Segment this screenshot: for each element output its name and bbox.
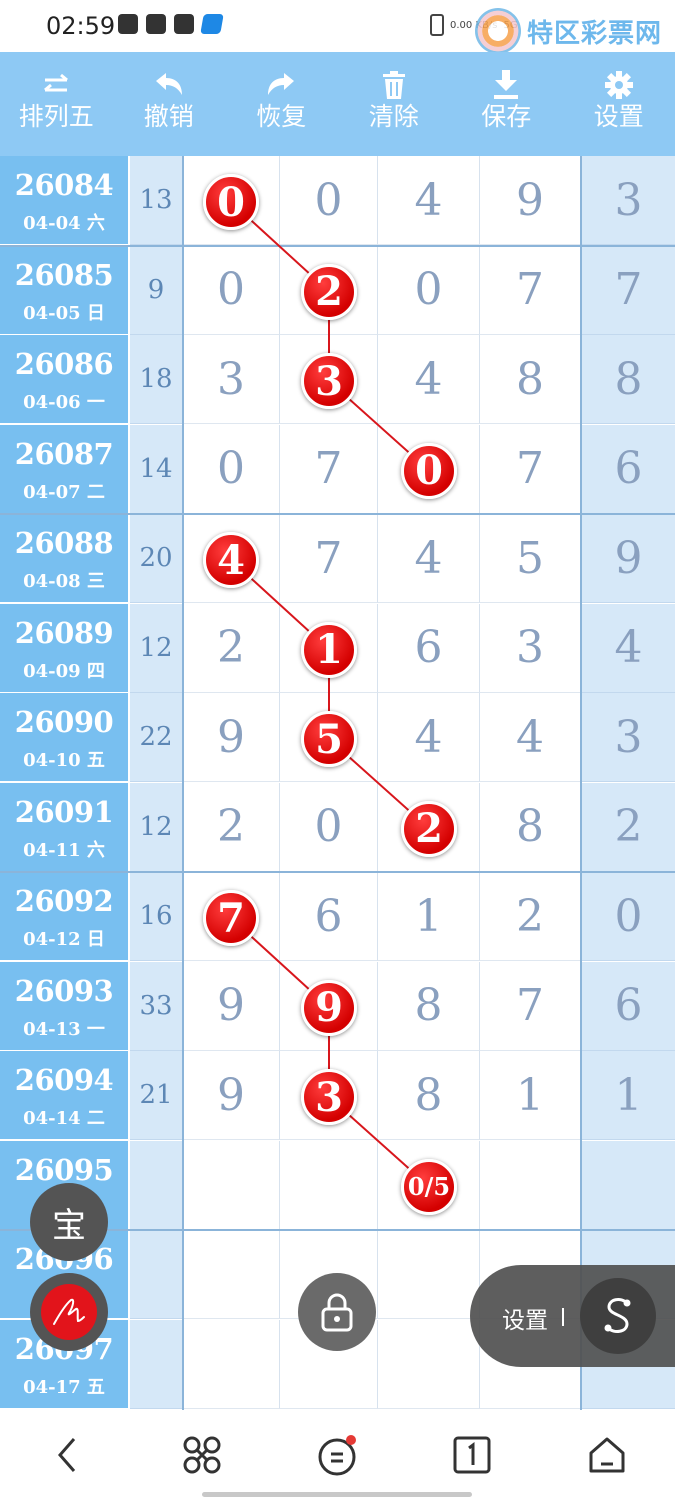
share-s-button[interactable]: [580, 1278, 656, 1354]
toolbar-label: 排列五: [18, 102, 94, 131]
draw-float-button[interactable]: [30, 1273, 108, 1351]
marked-number-ball[interactable]: 1: [301, 621, 357, 678]
gear-icon: [604, 68, 633, 102]
toolbar-save-button[interactable]: 保存: [450, 52, 563, 156]
menu-button[interactable]: [312, 1430, 362, 1480]
notification-icons: [118, 14, 224, 34]
back-button[interactable]: [42, 1430, 92, 1480]
marked-number-ball[interactable]: 7: [203, 890, 259, 946]
watermark-text: 特区彩票网: [527, 17, 663, 48]
app-switcher-button[interactable]: [177, 1430, 227, 1480]
marked-number-ball[interactable]: 0/5: [401, 1158, 457, 1215]
separator: [562, 1308, 564, 1326]
telegram-icon: [200, 14, 224, 34]
marked-number-ball[interactable]: 4: [203, 532, 259, 588]
toolbar-undo-button[interactable]: 撤销: [113, 52, 226, 156]
toolbar: 排列五 撤销 恢复 清除 保存 设置: [0, 52, 675, 156]
home-button[interactable]: [582, 1430, 632, 1480]
s-curve-icon: [604, 1298, 631, 1333]
toolbar-redo-button[interactable]: 恢复: [225, 52, 338, 156]
marked-number-ball[interactable]: 3: [301, 353, 357, 409]
toolbar-label: 保存: [481, 102, 532, 131]
status-time: 02:59: [46, 12, 116, 40]
swap-icon: [41, 68, 71, 102]
watermark-logo-icon: [475, 8, 521, 54]
menu-dot-icon: [318, 1435, 356, 1476]
undo-icon: [154, 68, 184, 102]
toolbar-label: 设置: [593, 102, 644, 131]
toolbar-label: 恢复: [256, 102, 307, 131]
toolbar-label: 清除: [368, 102, 419, 131]
wechat-icon: [118, 14, 138, 34]
treasure-float-button[interactable]: 宝: [30, 1183, 108, 1261]
marked-number-ball[interactable]: 0: [401, 442, 457, 499]
toolbar-label: 撤销: [143, 102, 194, 131]
marked-number-ball[interactable]: 5: [301, 711, 357, 767]
tiktok-icon: [174, 14, 194, 34]
floating-settings-label: 设置: [502, 1308, 548, 1334]
panda-icon: [146, 14, 166, 34]
tabs-button[interactable]: [447, 1430, 497, 1480]
home-icon: [589, 1437, 625, 1473]
bottom-navigation: [0, 1410, 675, 1500]
watermark: 特区彩票网: [475, 8, 662, 54]
download-icon: [493, 68, 519, 102]
toolbar-clear-button[interactable]: 清除: [338, 52, 451, 156]
chevron-left-icon: [58, 1438, 76, 1472]
lock-button[interactable]: [298, 1273, 376, 1351]
command-icon: [183, 1436, 221, 1474]
trash-icon: [382, 68, 406, 102]
toolbar-settings-button[interactable]: 设置: [563, 52, 675, 156]
toolbar-lottery-type-button[interactable]: 排列五: [0, 52, 113, 156]
marked-number-ball[interactable]: 9: [301, 979, 357, 1036]
floating-settings-panel[interactable]: 设置: [470, 1265, 675, 1367]
marked-number-ball[interactable]: 2: [401, 800, 457, 857]
vibrate-icon: [430, 14, 444, 36]
redo-icon: [266, 68, 296, 102]
lock-icon: [321, 1293, 353, 1332]
marked-number-ball[interactable]: 3: [301, 1069, 357, 1125]
marked-number-ball[interactable]: 2: [301, 263, 357, 320]
marked-number-ball[interactable]: 0: [203, 174, 259, 230]
tab-count-icon: [453, 1436, 491, 1474]
pen-scribble-icon: [41, 1284, 97, 1340]
gesture-handle: [202, 1492, 472, 1497]
